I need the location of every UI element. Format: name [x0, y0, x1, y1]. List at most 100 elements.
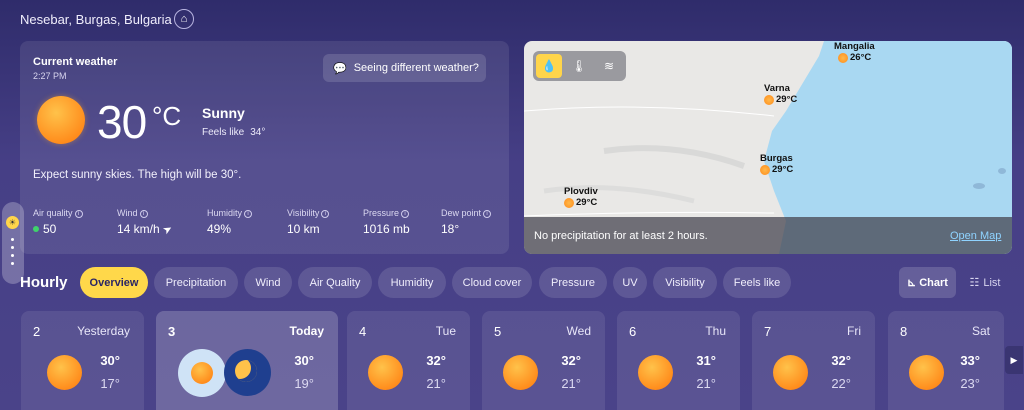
tab-air-quality[interactable]: Air Quality	[298, 267, 372, 298]
sunny-icon	[47, 355, 82, 390]
weather-map[interactable]: 💧 🌡 ≋ Mangalia 26°C Varna 29°C Burgas 29…	[524, 41, 1012, 254]
day-name: Tue	[435, 324, 456, 338]
day-number: 7	[764, 324, 772, 339]
condition-text: Sunny	[202, 105, 245, 121]
stat-humidity[interactable]: Humidity i 49%	[207, 208, 253, 236]
city-name: Varna	[764, 83, 790, 94]
more-dot-icon	[11, 238, 14, 241]
sunny-icon	[773, 355, 808, 390]
sunny-icon	[503, 355, 538, 390]
info-icon: i	[321, 210, 330, 218]
seeing-different-weather-button[interactable]: 💬 Seeing different weather?	[323, 54, 486, 82]
tab-cloud-cover[interactable]: Cloud cover	[452, 267, 532, 298]
sunny-icon	[764, 94, 774, 105]
day-low: 22°	[831, 376, 851, 391]
temperature-layer-icon[interactable]: 🌡	[566, 54, 592, 78]
day-card[interactable]: 8 Sat 33° 23°	[888, 311, 1004, 410]
info-icon: i	[74, 210, 83, 218]
city-name: Burgas	[760, 153, 793, 164]
day-low: 21°	[696, 376, 716, 391]
day-card[interactable]: 2 Yesterday 30° 17°	[21, 311, 144, 410]
stat-value: 10 km	[287, 222, 320, 236]
side-rail[interactable]	[2, 202, 24, 284]
current-weather-card: Current weather 2:27 PM 💬 Seeing differe…	[20, 41, 509, 254]
city-name: Plovdiv	[564, 186, 598, 197]
sunny-icon	[909, 355, 944, 390]
feels-like-value: 34°	[250, 127, 266, 138]
city-temp: 29°C	[772, 164, 794, 175]
day-card[interactable]: 4 Tue 32° 21°	[347, 311, 470, 410]
wind-direction-icon: ➤	[160, 222, 175, 238]
stat-label: Humidity	[207, 208, 243, 218]
map-city-plovdiv[interactable]: Plovdiv 29°C	[564, 186, 598, 208]
open-map-link[interactable]: Open Map	[950, 230, 1001, 242]
stat-value: 1016 mb	[363, 222, 410, 236]
day-name: Thu	[705, 324, 726, 338]
stat-value: 49%	[207, 222, 232, 236]
city-temp: 26°C	[850, 52, 872, 63]
next-arrow-icon[interactable]: ▶	[1005, 346, 1023, 374]
sunny-icon	[37, 96, 85, 144]
chart-label: Chart	[919, 276, 948, 289]
map-city-mangalia[interactable]: Mangalia 26°C	[834, 41, 875, 63]
day-number: 3	[168, 324, 176, 339]
current-time: 2:27 PM	[33, 71, 67, 81]
forecast-summary: Expect sunny skies. The high will be 30°…	[33, 169, 242, 181]
day-card[interactable]: 6 Thu 31° 21°	[617, 311, 740, 410]
day-number: 5	[494, 324, 502, 339]
location-title: Nesebar, Burgas, Bulgaria	[20, 12, 172, 27]
more-dot-icon	[11, 254, 14, 257]
seeing-label: Seeing different weather?	[353, 62, 479, 74]
moon-icon	[235, 360, 257, 382]
list-label: List	[983, 276, 1001, 289]
chat-icon: 💬	[333, 62, 347, 75]
stat-label: Air quality	[33, 208, 73, 218]
stat-value: 14 km/h	[117, 222, 160, 236]
map-city-burgas[interactable]: Burgas 29°C	[760, 153, 793, 175]
sunny-icon	[191, 362, 213, 384]
aqi-dot-icon	[33, 226, 39, 232]
home-icon[interactable]: ⌂	[174, 9, 194, 29]
map-city-varna[interactable]: Varna 29°C	[764, 83, 797, 105]
stat-value: 50	[43, 222, 57, 236]
precipitation-layer-icon[interactable]: 💧	[536, 54, 562, 78]
chart-view-button[interactable]: ⊾ Chart	[899, 267, 956, 298]
day-number: 6	[629, 324, 637, 339]
current-weather-title: Current weather	[33, 56, 118, 68]
tab-precipitation[interactable]: Precipitation	[154, 267, 238, 298]
sun-rail-icon[interactable]: ☀	[6, 216, 19, 229]
tab-pressure[interactable]: Pressure	[539, 267, 607, 298]
map-layer-toolbar: 💧 🌡 ≋	[533, 51, 626, 81]
info-icon: i	[244, 210, 253, 218]
stat-wind[interactable]: Wind i 14 km/h ➤	[117, 208, 175, 238]
tab-overview[interactable]: Overview	[80, 267, 148, 298]
day-card-selected[interactable]: 3 Today 30° 19°	[156, 311, 338, 410]
tab-visibility[interactable]: Visibility	[653, 267, 717, 298]
tab-humidity[interactable]: Humidity	[378, 267, 446, 298]
info-icon: i	[483, 210, 492, 218]
stat-air-quality[interactable]: Air quality i 50	[33, 208, 83, 236]
current-temperature: 30	[97, 96, 147, 148]
stat-visibility[interactable]: Visibility i 10 km	[287, 208, 330, 236]
wind-layer-icon[interactable]: ≋	[596, 54, 622, 78]
chart-icon: ⊾	[907, 277, 917, 289]
stat-value: 18°	[441, 222, 460, 236]
day-card[interactable]: 5 Wed 32° 21°	[482, 311, 605, 410]
tab-uv[interactable]: UV	[613, 267, 647, 298]
more-dot-icon	[11, 246, 14, 249]
city-name: Mangalia	[834, 41, 875, 52]
day-name: Yesterday	[77, 324, 130, 338]
day-low: 17°	[100, 376, 120, 391]
tab-wind[interactable]: Wind	[244, 267, 292, 298]
day-low: 21°	[561, 376, 581, 391]
stat-dew-point[interactable]: Dew point i 18°	[441, 208, 492, 236]
precipitation-note: No precipitation for at least 2 hours.	[524, 217, 1012, 254]
day-card[interactable]: 7 Fri 32° 22°	[752, 311, 875, 410]
stat-pressure[interactable]: Pressure i 1016 mb	[363, 208, 410, 236]
tab-feels-like[interactable]: Feels like	[723, 267, 791, 298]
day-name: Today	[289, 324, 324, 338]
city-temp: 29°C	[576, 197, 598, 208]
day-name: Sat	[971, 324, 990, 338]
list-icon: ☷	[969, 277, 980, 289]
list-view-button[interactable]: ☷ List	[960, 267, 1010, 298]
